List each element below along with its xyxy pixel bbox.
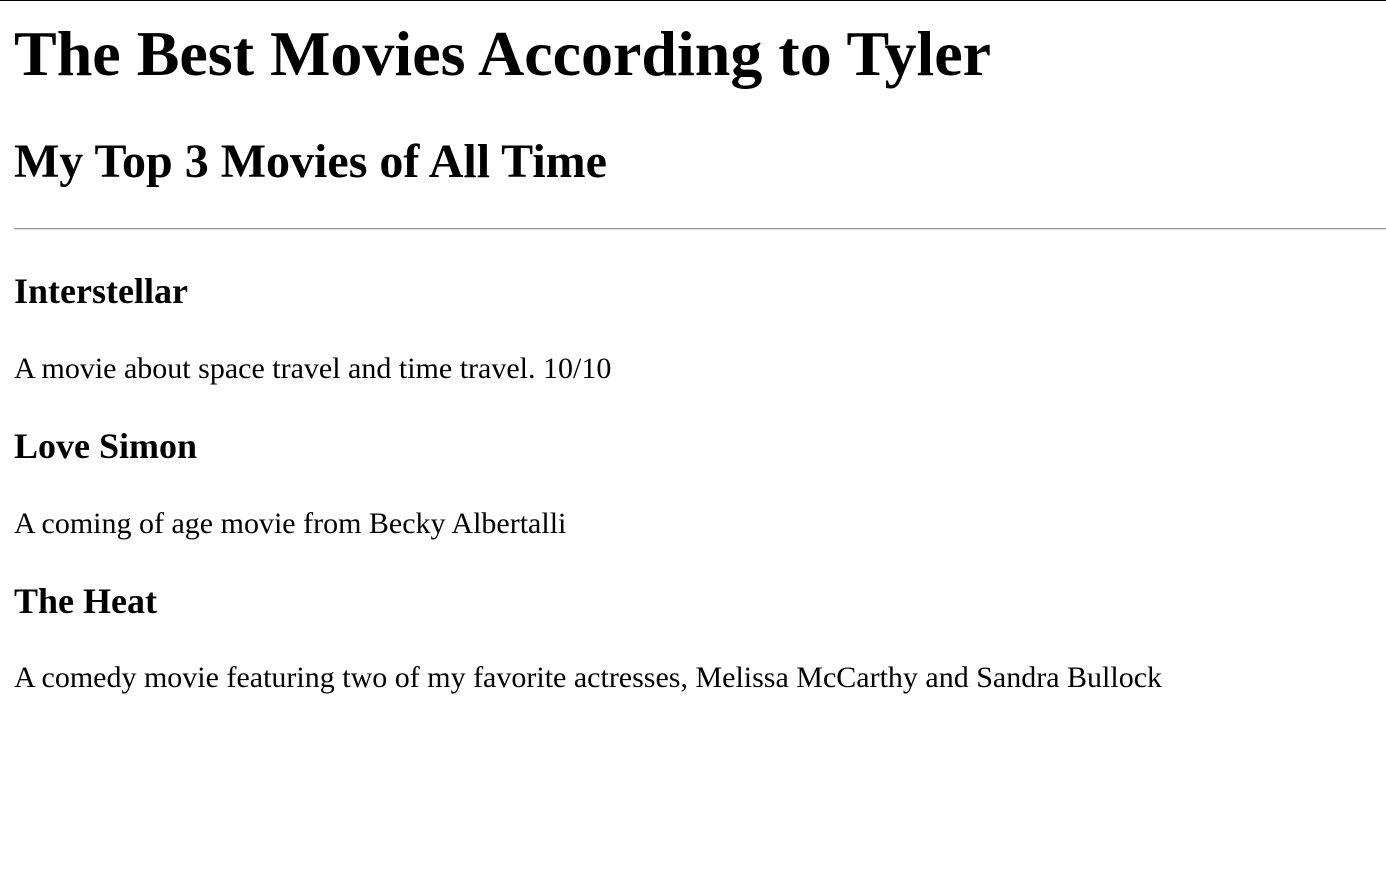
- movie-title-love-simon: Love Simon: [14, 426, 198, 466]
- movie-title-the-heat: The Heat: [14, 581, 157, 621]
- movie-description-the-heat: A comedy movie featuring two of my favor…: [14, 661, 1163, 694]
- movie-description-love-simon: A coming of age movie from Becky Alberta…: [14, 507, 567, 540]
- movie-title-interstellar: Interstellar: [14, 271, 188, 311]
- page-subtitle: My Top 3 Movies of All Time: [14, 135, 607, 188]
- page-title: The Best Movies According to Tyler: [14, 18, 992, 89]
- divider: [14, 228, 1386, 230]
- movie-description-interstellar: A movie about space travel and time trav…: [14, 352, 612, 385]
- top-border: [0, 0, 1386, 1]
